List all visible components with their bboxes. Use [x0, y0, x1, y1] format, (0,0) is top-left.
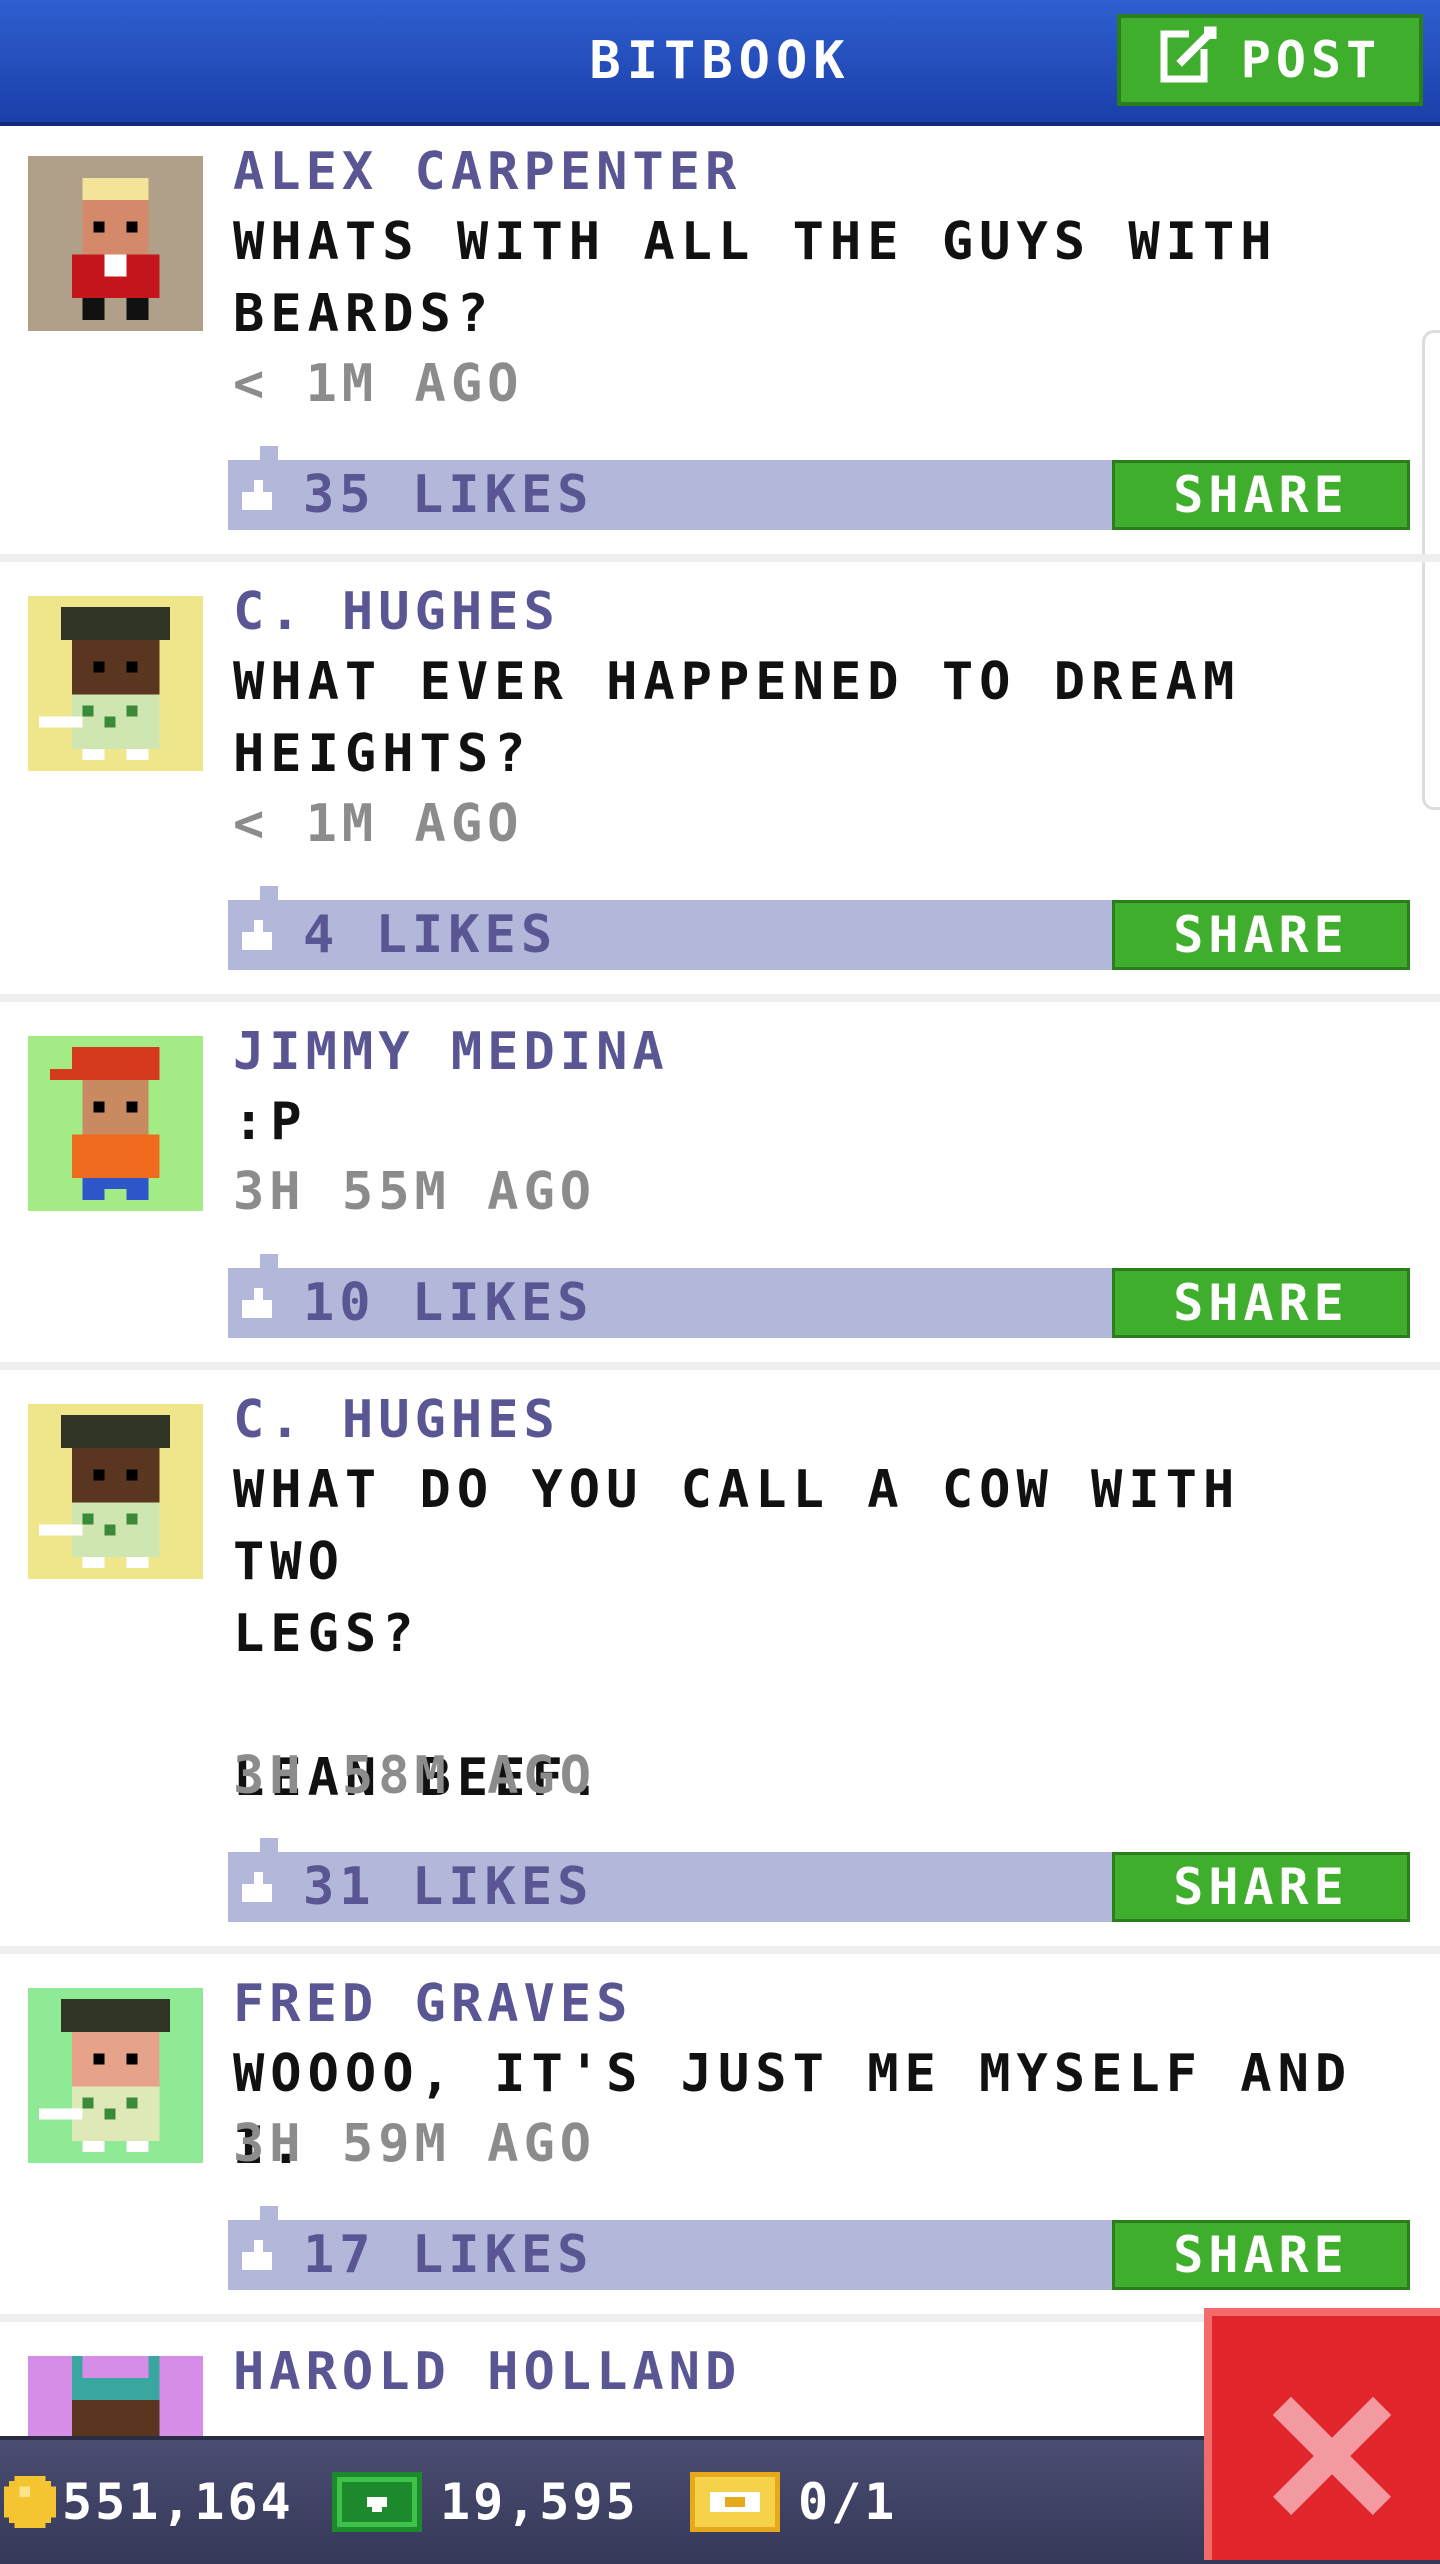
- scroll-indicator[interactable]: [1422, 330, 1440, 810]
- avatar[interactable]: [28, 596, 203, 771]
- close-icon: [1272, 2396, 1392, 2516]
- coins-count: 551,164: [62, 2473, 294, 2531]
- likes-bar: 17 LIKES SHARE: [228, 2206, 1410, 2290]
- divider: [0, 1362, 1440, 1370]
- tickets-stat: 0/1: [690, 2440, 897, 2564]
- avatar[interactable]: [28, 156, 203, 331]
- likes-count: 4 LIKES: [303, 905, 558, 965]
- share-button[interactable]: SHARE: [1112, 900, 1410, 970]
- bux-icon: [332, 2472, 422, 2532]
- post-message: WHATS WITH ALL THE GUYS WITH BEARDS?: [233, 212, 1278, 344]
- post-time: 3H 58M AGO: [233, 1746, 597, 1806]
- likes-bar: 35 LIKES SHARE: [228, 446, 1410, 530]
- coins-stat: 551,164: [4, 2440, 294, 2564]
- avatar[interactable]: [28, 1404, 203, 1579]
- avatar[interactable]: [28, 1988, 203, 2163]
- likes-bar: 4 LIKES SHARE: [228, 886, 1410, 970]
- ticket-icon: [690, 2472, 780, 2532]
- divider: [0, 554, 1440, 562]
- tickets-count: 0/1: [798, 2473, 898, 2531]
- avatar-alex-carpenter: [28, 156, 203, 331]
- author-name[interactable]: C. HUGHES: [233, 1390, 560, 1450]
- close-button[interactable]: [1204, 2308, 1440, 2560]
- post-time: < 1M AGO: [233, 354, 524, 414]
- avatar-c-hughes: [28, 596, 203, 771]
- thumb-up-icon[interactable]: [242, 1872, 272, 1902]
- likes-bar: 31 LIKES SHARE: [228, 1838, 1410, 1922]
- thumb-up-icon[interactable]: [242, 2240, 272, 2270]
- thumb-up-icon[interactable]: [242, 1288, 272, 1318]
- post-message: WHAT EVER HAPPENED TO DREAM HEIGHTS?: [233, 652, 1241, 784]
- author-name[interactable]: JIMMY MEDINA: [233, 1022, 669, 1082]
- likes-count: 10 LIKES: [303, 1273, 594, 1333]
- coin-icon: [4, 2476, 56, 2528]
- share-button[interactable]: SHARE: [1112, 2220, 1410, 2290]
- avatar-c-hughes: [28, 1404, 203, 1579]
- likes-bar: 10 LIKES SHARE: [228, 1254, 1410, 1338]
- post-button-label: POST: [1240, 31, 1382, 89]
- avatar-fred-graves: [28, 1988, 203, 2163]
- author-name[interactable]: HAROLD HOLLAND: [233, 2342, 741, 2402]
- divider: [0, 1946, 1440, 1954]
- likes-count: 35 LIKES: [303, 465, 594, 525]
- thumb-up-icon[interactable]: [242, 480, 272, 510]
- author-name[interactable]: ALEX CARPENTER: [233, 142, 741, 202]
- share-button[interactable]: SHARE: [1112, 1268, 1410, 1338]
- share-button[interactable]: SHARE: [1112, 460, 1410, 530]
- avatar-jimmy-medina: [28, 1036, 203, 1211]
- bux-count: 19,595: [440, 2473, 639, 2531]
- post-message: :P: [233, 1092, 308, 1152]
- avatar[interactable]: [28, 1036, 203, 1211]
- thumb-up-icon[interactable]: [242, 920, 272, 950]
- post-time: 3H 59M AGO: [233, 2114, 597, 2174]
- author-name[interactable]: FRED GRAVES: [233, 1974, 632, 2034]
- post-time: 3H 55M AGO: [233, 1162, 597, 1222]
- app-header: BITBOOK POST: [0, 0, 1440, 126]
- compose-icon: [1159, 24, 1219, 96]
- bux-stat: 19,595: [332, 2440, 639, 2564]
- post-button[interactable]: POST: [1117, 14, 1423, 106]
- share-button[interactable]: SHARE: [1112, 1852, 1410, 1922]
- likes-count: 17 LIKES: [303, 2225, 594, 2285]
- divider: [0, 994, 1440, 1002]
- likes-count: 31 LIKES: [303, 1857, 594, 1917]
- post-time: < 1M AGO: [233, 794, 524, 854]
- author-name[interactable]: C. HUGHES: [233, 582, 560, 642]
